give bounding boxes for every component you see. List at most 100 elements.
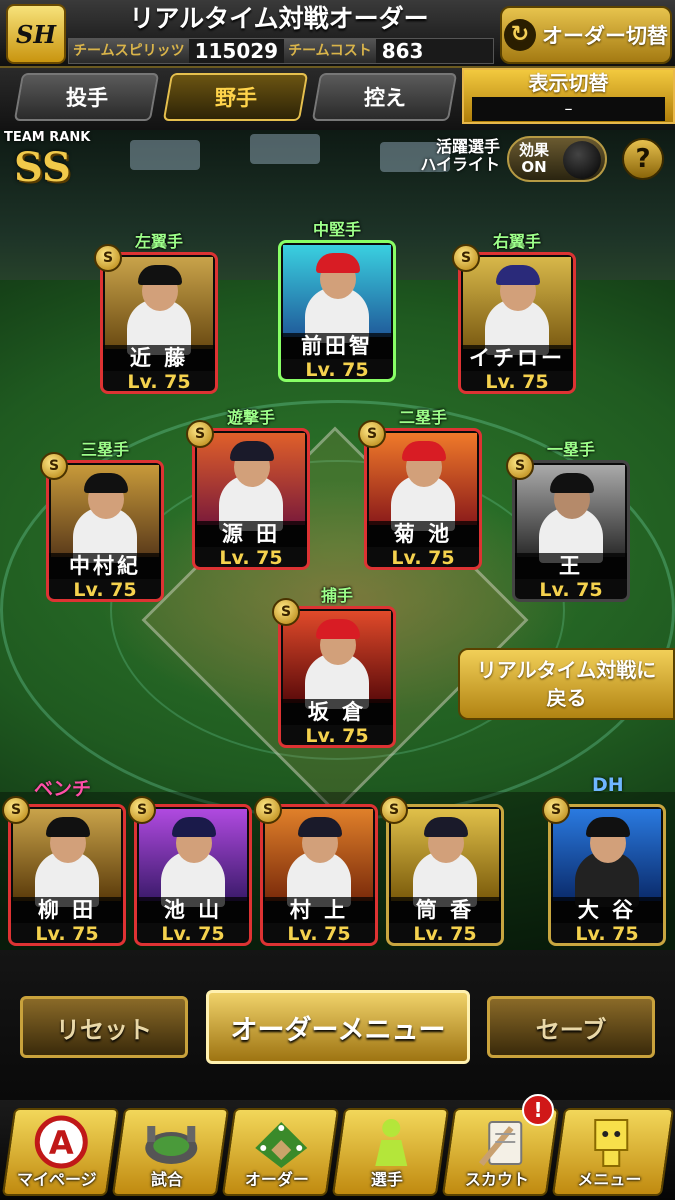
nav-label: スカウト	[464, 1170, 529, 1189]
player-name: 池 山	[137, 897, 249, 923]
nav-order[interactable]: オーダー	[221, 1108, 340, 1196]
nav-players[interactable]: 選手	[331, 1108, 450, 1196]
bench-player-card[interactable]: 村 上 Lv. 75 S	[254, 796, 378, 946]
player-portrait	[105, 257, 213, 355]
player-portrait	[265, 809, 373, 907]
header-bar: SH リアルタイム対戦オーダー チームスピリッツ 115029 チームコスト 8…	[0, 0, 675, 68]
card-frame: 前田智 Lv. 75	[278, 240, 396, 382]
nav-label: オーダー	[244, 1170, 309, 1189]
scout-icon	[471, 1114, 531, 1172]
display-toggle-value: –	[472, 97, 665, 121]
player-name: イチロー	[461, 345, 573, 371]
card-frame: 大 谷 Lv. 75	[548, 804, 666, 946]
player-icon	[361, 1114, 421, 1172]
nav-label: メニュー	[577, 1170, 642, 1189]
player-name: 前田智	[281, 333, 393, 359]
cap-shape	[496, 265, 540, 285]
player-portrait	[13, 809, 121, 907]
player-name: 王	[515, 553, 627, 579]
menu-icon	[581, 1114, 641, 1172]
bench-player-card[interactable]: 柳 田 Lv. 75 S	[2, 796, 126, 946]
player-portrait	[51, 465, 159, 563]
player-card-first-base[interactable]: 一塁手 王 Lv. 75 S	[506, 440, 630, 602]
rarity-s-badge-icon: S	[380, 796, 408, 824]
player-card-left-field[interactable]: 左翼手 近 藤 Lv. 75 S	[94, 232, 218, 394]
bench-player-card[interactable]: 筒 香 Lv. 75 S	[380, 796, 504, 946]
player-portrait	[517, 465, 625, 563]
order-menu-button[interactable]: オーダーメニュー	[206, 990, 470, 1064]
tab-fielder[interactable]: 野手	[162, 73, 309, 121]
catcher-mask-shape	[316, 619, 360, 639]
player-name: 筒 香	[389, 897, 501, 923]
player-name: 村 上	[263, 897, 375, 923]
team-rank: TEAM RANK SS	[4, 130, 104, 191]
player-card-right-field[interactable]: 右翼手 イチロー Lv. 75 S	[452, 232, 576, 394]
helmet-shape	[586, 817, 630, 837]
nav-label: マイページ	[17, 1170, 97, 1189]
tab-pitcher[interactable]: 投手	[13, 73, 160, 121]
tab-reserve[interactable]: 控え	[311, 73, 458, 121]
highlight-label-line1: 活躍選手	[435, 137, 500, 156]
effect-toggle[interactable]: 効果 ON	[507, 136, 607, 182]
player-card-catcher[interactable]: 捕手 坂 倉 Lv. 75 S	[272, 586, 396, 748]
order-switch-button[interactable]: ↻ オーダー切替	[500, 6, 672, 64]
save-button[interactable]: セーブ	[487, 996, 655, 1058]
player-card-shortstop[interactable]: 遊撃手 源 田 Lv. 75 S	[186, 408, 310, 570]
nav-mypage[interactable]: A マイページ	[1, 1108, 120, 1196]
dh-label: DH	[592, 774, 624, 796]
player-card-third-base[interactable]: 三塁手 中村紀 Lv. 75 S	[40, 440, 164, 602]
card-frame: 柳 田 Lv. 75	[8, 804, 126, 946]
return-button-line2: 戻る	[546, 686, 587, 710]
team-stats-bar: チームスピリッツ 115029 チームコスト 863	[68, 38, 494, 64]
player-level: Lv. 75	[287, 923, 351, 945]
highlight-label: 活躍選手 ハイライト	[400, 138, 500, 174]
player-name: 近 藤	[103, 345, 215, 371]
player-card-center-field[interactable]: 中堅手 前田智 Lv. 75	[278, 220, 396, 382]
card-frame: イチロー Lv. 75	[458, 252, 576, 394]
player-portrait	[369, 433, 477, 531]
display-toggle-label: 表示切替	[528, 71, 609, 95]
rarity-s-badge-icon: S	[272, 598, 300, 626]
team-spirit-label: チームスピリッツ	[69, 39, 189, 63]
cap-shape	[550, 473, 594, 493]
return-to-realtime-battle-button[interactable]: リアルタイム対戦に 戻る	[458, 648, 675, 720]
rarity-s-badge-icon: S	[94, 244, 122, 272]
card-frame: 近 藤 Lv. 75	[100, 252, 218, 394]
cap-shape	[172, 817, 216, 837]
page-title: リアルタイム対戦オーダー	[129, 4, 429, 33]
field-order-icon	[251, 1114, 311, 1172]
nav-menu[interactable]: メニュー	[551, 1108, 675, 1196]
player-level: Lv. 75	[35, 923, 99, 945]
rarity-s-badge-icon: S	[2, 796, 30, 824]
bench-label: ベンチ	[34, 778, 92, 800]
player-name: 中村紀	[49, 553, 161, 579]
reset-button[interactable]: リセット	[20, 996, 188, 1058]
helmet-shape	[402, 441, 446, 461]
nav-game[interactable]: 試合	[111, 1108, 230, 1196]
player-card-second-base[interactable]: 二塁手 菊 池 Lv. 75 S	[358, 408, 482, 570]
card-frame: 菊 池 Lv. 75	[364, 428, 482, 570]
effect-label-line1: 効果	[519, 141, 550, 159]
team-logo[interactable]: SH	[6, 4, 66, 64]
card-frame: 王 Lv. 75	[512, 460, 630, 602]
rarity-s-badge-icon: S	[542, 796, 570, 824]
player-name: 坂 倉	[281, 699, 393, 725]
player-level: Lv. 75	[127, 371, 191, 393]
team-rank-value: SS	[14, 144, 71, 191]
dh-player-card[interactable]: 大 谷 Lv. 75 S	[542, 796, 666, 946]
rarity-s-badge-icon: S	[40, 452, 68, 480]
tab-pitcher-label: 投手	[65, 86, 108, 110]
bench-player-card[interactable]: 池 山 Lv. 75 S	[128, 796, 252, 946]
player-level: Lv. 75	[73, 579, 137, 601]
order-action-bar: リセット オーダーメニュー セーブ	[0, 950, 675, 1100]
notification-badge: !	[522, 1094, 554, 1126]
player-level: Lv. 75	[413, 923, 477, 945]
display-toggle-button[interactable]: 表示切替 –	[462, 68, 675, 124]
card-frame: 源 田 Lv. 75	[192, 428, 310, 570]
rarity-s-badge-icon: S	[452, 244, 480, 272]
help-button[interactable]: ?	[622, 138, 664, 180]
player-level: Lv. 75	[575, 923, 639, 945]
player-portrait	[391, 809, 499, 907]
helmet-shape	[84, 473, 128, 493]
cap-shape	[46, 817, 90, 837]
